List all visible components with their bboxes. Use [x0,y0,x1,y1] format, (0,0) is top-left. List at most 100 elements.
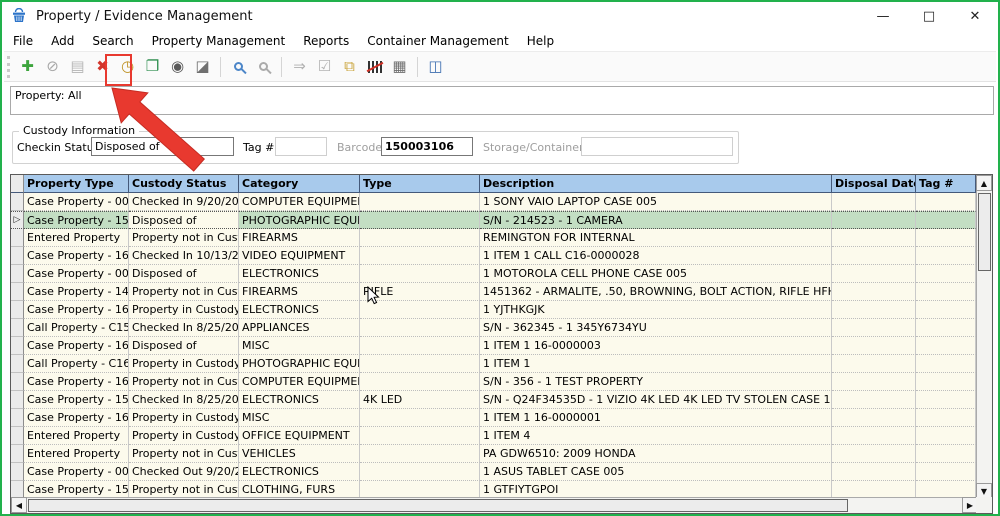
cell-property-type[interactable]: Call Property - C16-00 [24,355,129,373]
menu-property-management[interactable]: Property Management [143,32,295,50]
column-header-disposal-date[interactable]: Disposal Date [832,175,916,193]
maximize-button[interactable]: □ [906,2,952,30]
cell-category[interactable]: FIREARMS [239,283,360,301]
cell-type[interactable] [360,211,480,229]
row-selector[interactable] [11,355,24,373]
row-selector[interactable] [11,481,24,497]
cell-category[interactable]: ELECTRONICS [239,463,360,481]
move-button[interactable]: ⇒ [288,55,311,79]
cell-custody-status[interactable]: Checked In 9/20/201 [129,193,239,211]
cell-description[interactable]: REMINGTON FOR INTERNAL [480,229,832,247]
cell-disposal-date[interactable] [832,445,916,463]
row-selector[interactable] [11,337,24,355]
cell-property-type[interactable]: Entered Property [24,445,129,463]
cell-disposal-date[interactable] [832,283,916,301]
cell-description[interactable]: 1 ASUS TABLET CASE 005 [480,463,832,481]
cell-disposal-date[interactable] [832,319,916,337]
minimize-button[interactable]: — [860,2,906,30]
cell-description[interactable]: 1 SONY VAIO LAPTOP CASE 005 [480,193,832,211]
cell-custody-status[interactable]: Checked In 8/25/201 [129,391,239,409]
horizontal-scroll-thumb[interactable] [28,499,848,512]
cell-type[interactable] [360,229,480,247]
cell-property-type[interactable]: Entered Property [24,229,129,247]
toolbar-gripper[interactable] [7,56,10,78]
row-selector[interactable] [11,373,24,391]
cell-category[interactable]: MISC [239,409,360,427]
table-row[interactable]: Case Property - 15-08Property not in Cus… [11,481,976,497]
cell-description[interactable]: 1 ITEM 1 [480,355,832,373]
column-header-custody-status[interactable]: Custody Status [129,175,239,193]
cell-tag-[interactable] [916,337,976,355]
cell-type[interactable] [360,373,480,391]
cell-property-type[interactable]: Case Property - 15-01 [24,391,129,409]
cell-type[interactable] [360,445,480,463]
cell-type[interactable] [360,301,480,319]
cell-disposal-date[interactable] [832,355,916,373]
column-header-tag-[interactable]: Tag # [916,175,976,193]
vertical-scroll-thumb[interactable] [978,193,991,271]
barcode-input[interactable] [381,137,473,156]
cell-disposal-date[interactable] [832,193,916,211]
cell-property-type[interactable]: Case Property - 005 [24,463,129,481]
table-row[interactable]: ▷Case Property - 15-11Disposed ofPHOTOGR… [11,211,976,229]
table-row[interactable]: Case Property - 16-00Disposed ofMISC1 IT… [11,337,976,355]
cell-category[interactable]: ELECTRONICS [239,391,360,409]
barcode-button[interactable] [363,55,386,79]
cell-custody-status[interactable]: Checked In 10/13/20 [129,247,239,265]
table-row[interactable]: Case Property - 16-00Checked In 10/13/20… [11,247,976,265]
cell-custody-status[interactable]: Property in Custody [129,427,239,445]
cell-category[interactable]: VEHICLES [239,445,360,463]
cell-custody-status[interactable]: Property not in Custod [129,445,239,463]
selected-row-marker[interactable]: ▷ [11,211,24,229]
transfer-button[interactable]: ❐ [141,55,164,79]
cell-type[interactable] [360,337,480,355]
column-header-type[interactable]: Type [360,175,480,193]
column-header-description[interactable]: Description [480,175,832,193]
cell-tag-[interactable] [916,355,976,373]
cell-tag-[interactable] [916,481,976,497]
cell-category[interactable]: PHOTOGRAPHIC EQUI [239,211,360,229]
row-selector[interactable] [11,409,24,427]
add-button[interactable]: ✚ [16,55,39,79]
cell-description[interactable]: S/N - 362345 - 1 345Y6734YU [480,319,832,337]
cell-type[interactable]: 4K LED [360,391,480,409]
cell-type[interactable] [360,247,480,265]
app-basket-icon[interactable] [10,7,28,25]
cell-disposal-date[interactable] [832,427,916,445]
find-button[interactable] [252,55,275,79]
photo-button[interactable]: ◉ [166,55,189,79]
cell-custody-status[interactable]: Property not in Custod [129,229,239,247]
cell-description[interactable]: 1 MOTOROLA CELL PHONE CASE 005 [480,265,832,283]
table-row[interactable]: Case Property - 16-00Property in Custody… [11,409,976,427]
cell-tag-[interactable] [916,229,976,247]
cell-tag-[interactable] [916,463,976,481]
cell-disposal-date[interactable] [832,229,916,247]
cell-custody-status[interactable]: Property not in Custod [129,481,239,497]
table-row[interactable]: Call Property - C15-06Checked In 8/25/20… [11,319,976,337]
exit-button[interactable]: ◫ [424,55,447,79]
table-row[interactable]: Entered PropertyProperty not in CustodFI… [11,229,976,247]
cell-description[interactable]: 1 ITEM 4 [480,427,832,445]
scroll-left-button[interactable]: ◀ [11,497,27,513]
cell-property-type[interactable]: Entered Property [24,427,129,445]
row-selector[interactable] [11,319,24,337]
cell-property-type[interactable]: Case Property - 15-11 [24,211,129,229]
cell-category[interactable]: ELECTRONICS [239,265,360,283]
column-header-property-type[interactable]: Property Type [24,175,129,193]
cell-custody-status[interactable]: Property in Custody [129,301,239,319]
cell-category[interactable]: ELECTRONICS [239,301,360,319]
cell-category[interactable]: FIREARMS [239,229,360,247]
cell-description[interactable]: 1 YJTHKGJK [480,301,832,319]
save-button[interactable]: ▤ [66,55,89,79]
cell-property-type[interactable]: Case Property - 16-00 [24,409,129,427]
row-selector[interactable] [11,247,24,265]
cell-type[interactable] [360,409,480,427]
cell-disposal-date[interactable] [832,247,916,265]
cell-description[interactable]: S/N - Q24F34535D - 1 VIZIO 4K LED 4K LED… [480,391,832,409]
cell-custody-status[interactable]: Disposed of [129,211,239,229]
cell-category[interactable]: COMPUTER EQUIPMEI [239,193,360,211]
storage-container-input[interactable] [581,137,733,156]
purge-button[interactable]: ▦ [388,55,411,79]
cell-custody-status[interactable]: Property in Custody [129,409,239,427]
menu-help[interactable]: Help [518,32,563,50]
